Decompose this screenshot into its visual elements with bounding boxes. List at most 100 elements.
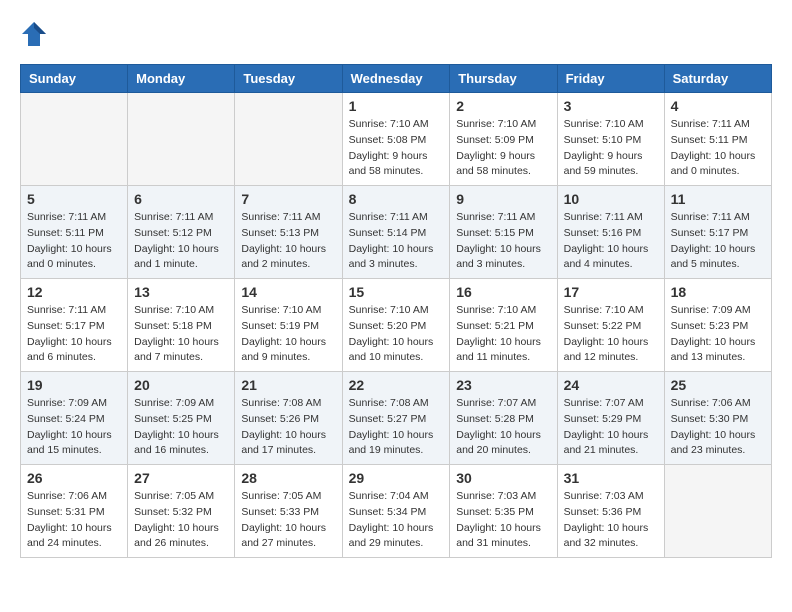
calendar-day-cell: 26 Sunrise: 7:06 AMSunset: 5:31 PMDayligh… <box>21 465 128 558</box>
day-info: Sunrise: 7:10 AMSunset: 5:08 PMDaylight:… <box>349 117 444 180</box>
day-number: 20 <box>134 377 228 393</box>
weekday-header: Thursday <box>450 65 557 93</box>
calendar-day-cell: 11 Sunrise: 7:11 AMSunset: 5:17 PMDayligh… <box>664 186 771 279</box>
calendar-day-cell: 13 Sunrise: 7:10 AMSunset: 5:18 PMDayligh… <box>128 279 235 372</box>
calendar-day-cell: 22 Sunrise: 7:08 AMSunset: 5:27 PMDayligh… <box>342 372 450 465</box>
day-info: Sunrise: 7:08 AMSunset: 5:26 PMDaylight:… <box>241 396 335 459</box>
day-info: Sunrise: 7:04 AMSunset: 5:34 PMDaylight:… <box>349 489 444 552</box>
day-info: Sunrise: 7:11 AMSunset: 5:17 PMDaylight:… <box>27 303 121 366</box>
calendar-header-row: SundayMondayTuesdayWednesdayThursdayFrid… <box>21 65 772 93</box>
calendar-day-cell <box>21 93 128 186</box>
day-number: 9 <box>456 191 550 207</box>
day-number: 3 <box>564 98 658 114</box>
day-info: Sunrise: 7:05 AMSunset: 5:32 PMDaylight:… <box>134 489 228 552</box>
calendar-day-cell: 10 Sunrise: 7:11 AMSunset: 5:16 PMDayligh… <box>557 186 664 279</box>
day-number: 5 <box>27 191 121 207</box>
day-info: Sunrise: 7:08 AMSunset: 5:27 PMDaylight:… <box>349 396 444 459</box>
day-info: Sunrise: 7:03 AMSunset: 5:35 PMDaylight:… <box>456 489 550 552</box>
weekday-header: Monday <box>128 65 235 93</box>
day-number: 18 <box>671 284 765 300</box>
calendar-day-cell: 24Sunrise: 7:07 AMSunset: 5:29 PMDayligh… <box>557 372 664 465</box>
weekday-header: Wednesday <box>342 65 450 93</box>
calendar-day-cell: 9 Sunrise: 7:11 AMSunset: 5:15 PMDaylight… <box>450 186 557 279</box>
day-info: Sunrise: 7:10 AMSunset: 5:18 PMDaylight:… <box>134 303 228 366</box>
day-info: Sunrise: 7:06 AMSunset: 5:31 PMDaylight:… <box>27 489 121 552</box>
calendar-day-cell: 7 Sunrise: 7:11 AMSunset: 5:13 PMDaylight… <box>235 186 342 279</box>
day-info: Sunrise: 7:11 AMSunset: 5:14 PMDaylight:… <box>349 210 444 273</box>
day-info: Sunrise: 7:10 AMSunset: 5:09 PMDaylight:… <box>456 117 550 180</box>
day-number: 27 <box>134 470 228 486</box>
day-number: 14 <box>241 284 335 300</box>
calendar-day-cell: 23Sunrise: 7:07 AMSunset: 5:28 PMDayligh… <box>450 372 557 465</box>
calendar-day-cell: 27 Sunrise: 7:05 AMSunset: 5:32 PMDayligh… <box>128 465 235 558</box>
calendar-day-cell: 18 Sunrise: 7:09 AMSunset: 5:23 PMDayligh… <box>664 279 771 372</box>
day-info: Sunrise: 7:11 AMSunset: 5:12 PMDaylight:… <box>134 210 228 273</box>
day-info: Sunrise: 7:10 AMSunset: 5:19 PMDaylight:… <box>241 303 335 366</box>
calendar-day-cell: 20 Sunrise: 7:09 AMSunset: 5:25 PMDayligh… <box>128 372 235 465</box>
day-number: 4 <box>671 98 765 114</box>
day-info: Sunrise: 7:11 AMSunset: 5:11 PMDaylight:… <box>27 210 121 273</box>
day-info: Sunrise: 7:07 AMSunset: 5:28 PMDaylight:… <box>456 396 550 459</box>
day-info: Sunrise: 7:09 AMSunset: 5:25 PMDaylight:… <box>134 396 228 459</box>
day-number: 1 <box>349 98 444 114</box>
day-info: Sunrise: 7:09 AMSunset: 5:23 PMDaylight:… <box>671 303 765 366</box>
day-number: 7 <box>241 191 335 207</box>
weekday-header: Friday <box>557 65 664 93</box>
day-info: Sunrise: 7:11 AMSunset: 5:11 PMDaylight:… <box>671 117 765 180</box>
weekday-header: Tuesday <box>235 65 342 93</box>
day-info: Sunrise: 7:06 AMSunset: 5:30 PMDaylight:… <box>671 396 765 459</box>
calendar-day-cell <box>235 93 342 186</box>
calendar-day-cell: 4 Sunrise: 7:11 AMSunset: 5:11 PMDaylight… <box>664 93 771 186</box>
day-number: 10 <box>564 191 658 207</box>
day-number: 6 <box>134 191 228 207</box>
calendar-day-cell: 17Sunrise: 7:10 AMSunset: 5:22 PMDayligh… <box>557 279 664 372</box>
day-number: 25 <box>671 377 765 393</box>
day-number: 26 <box>27 470 121 486</box>
day-number: 13 <box>134 284 228 300</box>
calendar-table: SundayMondayTuesdayWednesdayThursdayFrid… <box>20 64 772 558</box>
calendar-week-row: 19 Sunrise: 7:09 AMSunset: 5:24 PMDayligh… <box>21 372 772 465</box>
calendar-day-cell: 29 Sunrise: 7:04 AMSunset: 5:34 PMDayligh… <box>342 465 450 558</box>
logo <box>20 20 50 48</box>
day-number: 15 <box>349 284 444 300</box>
day-number: 8 <box>349 191 444 207</box>
calendar-day-cell: 3 Sunrise: 7:10 AMSunset: 5:10 PMDaylight… <box>557 93 664 186</box>
day-number: 2 <box>456 98 550 114</box>
day-info: Sunrise: 7:05 AMSunset: 5:33 PMDaylight:… <box>241 489 335 552</box>
day-info: Sunrise: 7:07 AMSunset: 5:29 PMDaylight:… <box>564 396 658 459</box>
calendar-day-cell: 21Sunrise: 7:08 AMSunset: 5:26 PMDayligh… <box>235 372 342 465</box>
calendar-week-row: 26 Sunrise: 7:06 AMSunset: 5:31 PMDayligh… <box>21 465 772 558</box>
calendar-day-cell: 6 Sunrise: 7:11 AMSunset: 5:12 PMDaylight… <box>128 186 235 279</box>
calendar-day-cell: 8 Sunrise: 7:11 AMSunset: 5:14 PMDaylight… <box>342 186 450 279</box>
day-info: Sunrise: 7:10 AMSunset: 5:22 PMDaylight:… <box>564 303 658 366</box>
day-number: 22 <box>349 377 444 393</box>
day-info: Sunrise: 7:10 AMSunset: 5:20 PMDaylight:… <box>349 303 444 366</box>
calendar-day-cell <box>128 93 235 186</box>
calendar-day-cell: 15 Sunrise: 7:10 AMSunset: 5:20 PMDayligh… <box>342 279 450 372</box>
day-number: 29 <box>349 470 444 486</box>
calendar-day-cell: 1 Sunrise: 7:10 AMSunset: 5:08 PMDaylight… <box>342 93 450 186</box>
calendar-day-cell: 31Sunrise: 7:03 AMSunset: 5:36 PMDayligh… <box>557 465 664 558</box>
day-info: Sunrise: 7:09 AMSunset: 5:24 PMDaylight:… <box>27 396 121 459</box>
calendar-day-cell: 25 Sunrise: 7:06 AMSunset: 5:30 PMDayligh… <box>664 372 771 465</box>
calendar-week-row: 1 Sunrise: 7:10 AMSunset: 5:08 PMDaylight… <box>21 93 772 186</box>
day-info: Sunrise: 7:10 AMSunset: 5:21 PMDaylight:… <box>456 303 550 366</box>
calendar-day-cell <box>664 465 771 558</box>
calendar-day-cell: 19 Sunrise: 7:09 AMSunset: 5:24 PMDayligh… <box>21 372 128 465</box>
day-info: Sunrise: 7:11 AMSunset: 5:13 PMDaylight:… <box>241 210 335 273</box>
day-info: Sunrise: 7:10 AMSunset: 5:10 PMDaylight:… <box>564 117 658 180</box>
calendar-day-cell: 28Sunrise: 7:05 AMSunset: 5:33 PMDayligh… <box>235 465 342 558</box>
day-info: Sunrise: 7:03 AMSunset: 5:36 PMDaylight:… <box>564 489 658 552</box>
logo-icon <box>20 20 48 48</box>
calendar-day-cell: 16Sunrise: 7:10 AMSunset: 5:21 PMDayligh… <box>450 279 557 372</box>
page-header <box>20 20 772 48</box>
calendar-week-row: 12Sunrise: 7:11 AMSunset: 5:17 PMDayligh… <box>21 279 772 372</box>
weekday-header: Sunday <box>21 65 128 93</box>
day-info: Sunrise: 7:11 AMSunset: 5:17 PMDaylight:… <box>671 210 765 273</box>
day-info: Sunrise: 7:11 AMSunset: 5:15 PMDaylight:… <box>456 210 550 273</box>
calendar-day-cell: 2 Sunrise: 7:10 AMSunset: 5:09 PMDaylight… <box>450 93 557 186</box>
day-number: 19 <box>27 377 121 393</box>
day-number: 11 <box>671 191 765 207</box>
day-info: Sunrise: 7:11 AMSunset: 5:16 PMDaylight:… <box>564 210 658 273</box>
calendar-day-cell: 14 Sunrise: 7:10 AMSunset: 5:19 PMDayligh… <box>235 279 342 372</box>
